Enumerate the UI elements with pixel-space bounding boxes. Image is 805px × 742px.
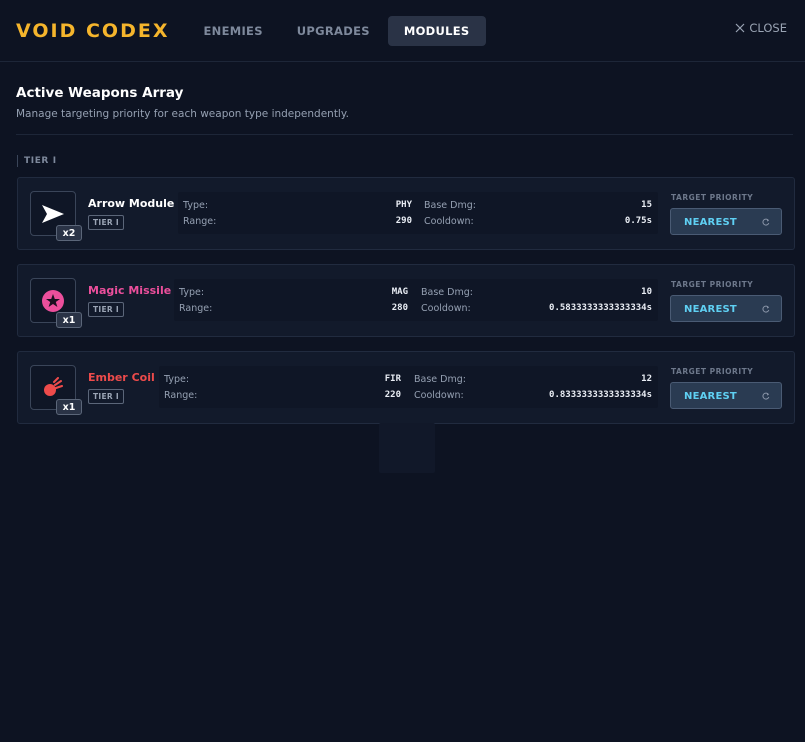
close-label: CLOSE xyxy=(749,21,787,35)
stat-cooldown-label: Cooldown: xyxy=(421,303,471,314)
target-priority-button[interactable]: NEAREST xyxy=(670,295,782,322)
page-title: Active Weapons Array xyxy=(16,85,184,101)
weapon-tier-badge: TIER I xyxy=(88,302,125,317)
stat-type-label: Type: xyxy=(179,287,205,298)
stat-range-label: Range: xyxy=(179,303,213,314)
weapon-name: Arrow Module xyxy=(88,197,175,210)
tab-upgrades[interactable]: UPGRADES xyxy=(281,16,386,46)
weapon-tier-badge: TIER I xyxy=(88,215,125,230)
weapon-count-badge: x2 xyxy=(56,225,82,241)
stat-cooldown-value: 0.5833333333333334s xyxy=(549,303,652,313)
stat-cooldown-label: Cooldown: xyxy=(414,390,464,401)
stat-range-value: 280 xyxy=(391,303,408,313)
page-description: Manage targeting priority for each weapo… xyxy=(16,108,349,120)
cycle-icon xyxy=(762,392,770,400)
stat-type-value: PHY xyxy=(395,200,412,210)
stat-dmg-label: Base Dmg: xyxy=(421,287,473,298)
target-priority-value: NEAREST xyxy=(684,304,737,315)
target-priority-label: TARGET PRIORITY xyxy=(671,280,754,289)
target-priority-button[interactable]: NEAREST xyxy=(670,208,782,235)
weapon-count-badge: x1 xyxy=(56,312,82,328)
star-orb-icon xyxy=(42,289,64,312)
tier-section-label: TIER I xyxy=(17,155,805,167)
target-priority-label: TARGET PRIORITY xyxy=(671,193,754,202)
tab-enemies[interactable]: ENEMIES xyxy=(187,16,278,46)
weapon-count-badge: x1 xyxy=(56,399,82,415)
weapon-stats-panel: Type: PHY Range: 290 Base Dmg: 15 Cooldo… xyxy=(178,192,658,234)
stat-type-label: Type: xyxy=(164,374,190,385)
weapon-name: Magic Missile xyxy=(88,284,172,297)
stat-cooldown-label: Cooldown: xyxy=(424,216,474,227)
tab-bar: ENEMIES UPGRADES MODULES xyxy=(187,15,486,46)
stat-range-value: 220 xyxy=(384,390,401,400)
stat-dmg-value: 10 xyxy=(641,287,652,297)
fireball-icon xyxy=(44,376,63,396)
target-priority-value: NEAREST xyxy=(684,217,737,228)
weapon-card-arrow-module: x2 Arrow Module TIER I Type: PHY Range: … xyxy=(17,177,795,250)
close-icon xyxy=(735,23,745,33)
stat-dmg-label: Base Dmg: xyxy=(424,200,476,211)
tab-modules[interactable]: MODULES xyxy=(387,15,486,46)
faded-panel-shadow xyxy=(379,423,435,473)
section-divider xyxy=(16,134,793,135)
stat-type-label: Type: xyxy=(183,200,209,211)
weapon-name: Ember Coil xyxy=(88,371,155,384)
intro-section: Active Weapons Array Manage targeting pr… xyxy=(0,62,805,120)
stat-dmg-value: 12 xyxy=(641,374,652,384)
close-button[interactable]: CLOSE xyxy=(735,21,787,35)
target-priority-button[interactable]: NEAREST xyxy=(670,382,782,409)
stat-cooldown-value: 0.8333333333333334s xyxy=(549,390,652,400)
weapon-stats-panel: Type: FIR Range: 220 Base Dmg: 12 Cooldo… xyxy=(159,366,658,408)
cycle-icon xyxy=(762,218,770,226)
cycle-icon xyxy=(762,305,770,313)
weapon-card-magic-missile: x1 Magic Missile TIER I Type: MAG Range:… xyxy=(17,264,795,337)
stat-range-value: 290 xyxy=(395,216,412,226)
stat-range-label: Range: xyxy=(183,216,217,227)
weapon-stats-panel: Type: MAG Range: 280 Base Dmg: 10 Cooldo… xyxy=(174,279,658,321)
arrow-icon xyxy=(42,204,64,223)
target-priority-value: NEAREST xyxy=(684,391,737,402)
app-logo: VOID CODEX xyxy=(16,19,170,42)
weapon-card-ember-coil: x1 Ember Coil TIER I Type: FIR Range: 22… xyxy=(17,351,795,424)
stat-cooldown-value: 0.75s xyxy=(624,216,652,226)
stat-dmg-value: 15 xyxy=(641,200,652,210)
header: VOID CODEX ENEMIES UPGRADES MODULES CLOS… xyxy=(0,0,805,62)
stat-type-value: MAG xyxy=(391,287,408,297)
stat-dmg-label: Base Dmg: xyxy=(414,374,466,385)
stat-type-value: FIR xyxy=(384,374,401,384)
weapon-tier-badge: TIER I xyxy=(88,389,125,404)
target-priority-label: TARGET PRIORITY xyxy=(671,367,754,376)
stat-range-label: Range: xyxy=(164,390,198,401)
